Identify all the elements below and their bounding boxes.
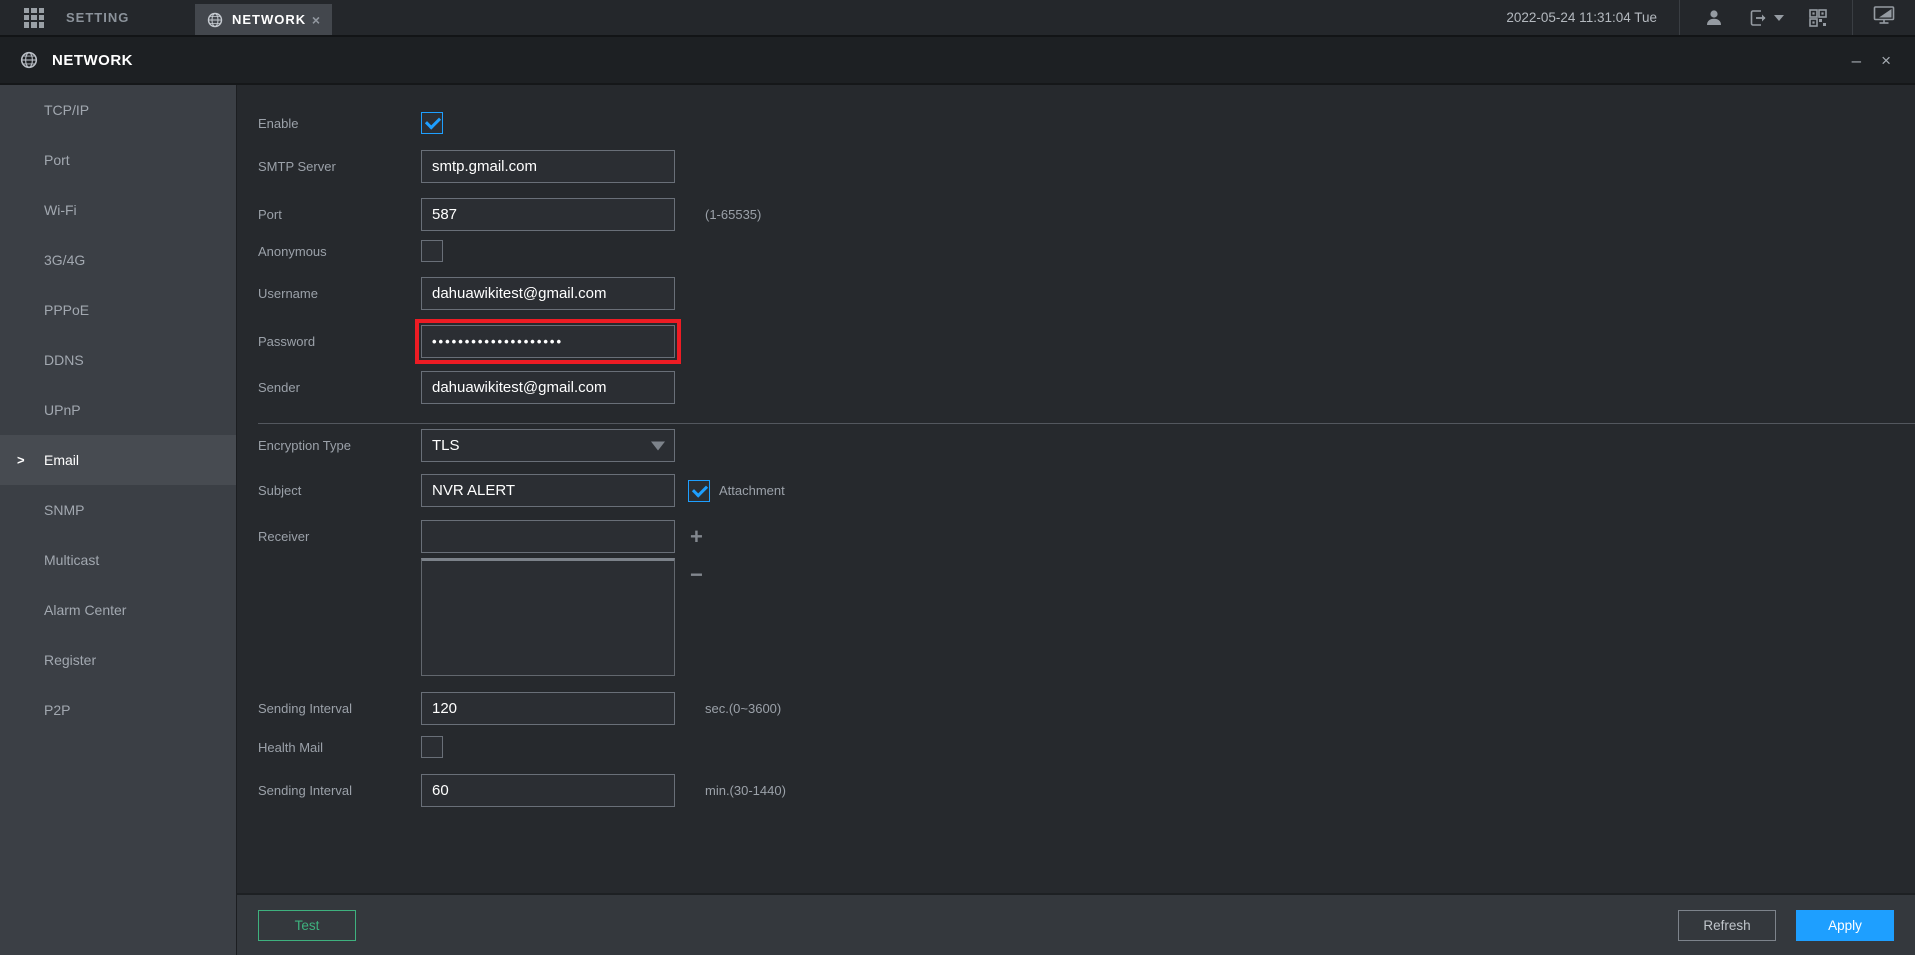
globe-icon — [207, 12, 223, 28]
health-mail-checkbox[interactable] — [421, 736, 443, 758]
health-mail-label: Health Mail — [237, 740, 421, 755]
display-output-icon[interactable] — [1873, 5, 1895, 30]
add-receiver-icon[interactable]: + — [690, 526, 703, 548]
setting-label: SETTING — [66, 10, 129, 25]
username-row: Username — [237, 277, 1915, 310]
chevron-down-icon — [651, 441, 665, 450]
qr-code-icon[interactable] — [1808, 8, 1828, 28]
username-label: Username — [237, 286, 421, 301]
footer-bar: Test Refresh Apply — [237, 893, 1915, 955]
sender-input[interactable] — [421, 371, 675, 404]
sidebar-item-p2p[interactable]: P2P — [0, 685, 236, 735]
sidebar-item-email[interactable]: > Email — [0, 435, 236, 485]
encryption-type-label: Encryption Type — [237, 438, 421, 453]
sidebar-item-pppoe[interactable]: PPPoE — [0, 285, 236, 335]
receiver-label: Receiver — [237, 529, 421, 544]
attachment-label: Attachment — [719, 483, 785, 498]
password-input[interactable] — [421, 325, 675, 358]
system-clock: 2022-05-24 11:31:04 Tue — [1506, 0, 1679, 35]
main-menu-grid-icon — [24, 8, 44, 28]
smtp-server-row: SMTP Server — [237, 150, 1915, 183]
user-account-icon[interactable] — [1704, 8, 1724, 28]
topbar-right: 2022-05-24 11:31:04 Tue — [1506, 0, 1915, 35]
apply-button[interactable]: Apply — [1796, 910, 1894, 941]
encryption-type-value: TLS — [432, 437, 460, 454]
anonymous-label: Anonymous — [237, 244, 421, 259]
password-label: Password — [237, 334, 421, 349]
app-root: SETTING NETWORK × 2022-05-24 11:31:04 Tu… — [0, 0, 1915, 955]
receiver-list[interactable] — [421, 558, 675, 676]
window-titlebar: NETWORK – × — [0, 37, 1915, 85]
top-bar: SETTING NETWORK × 2022-05-24 11:31:04 Tu… — [0, 0, 1915, 37]
sidebar-item-register[interactable]: Register — [0, 635, 236, 685]
port-input[interactable] — [421, 198, 675, 231]
subject-input[interactable] — [421, 474, 675, 507]
close-icon[interactable]: × — [1881, 52, 1891, 69]
tab-network-label: NETWORK — [232, 12, 312, 27]
sidebar-item-3g4g[interactable]: 3G/4G — [0, 235, 236, 285]
sidebar: TCP/IP Port Wi-Fi 3G/4G PPPoE DDNS UPnP … — [0, 85, 236, 955]
sidebar-item-port[interactable]: Port — [0, 135, 236, 185]
encryption-type-select[interactable]: TLS — [421, 429, 675, 462]
refresh-button[interactable]: Refresh — [1678, 910, 1776, 941]
setting-menu[interactable]: SETTING — [0, 0, 195, 35]
tab-network[interactable]: NETWORK × — [195, 4, 332, 35]
sending-interval-row: Sending Interval sec.(0~3600) — [237, 692, 1915, 725]
sidebar-item-wifi[interactable]: Wi-Fi — [0, 185, 236, 235]
encryption-row: Encryption Type TLS — [237, 429, 1915, 462]
receiver-row: Receiver + — [237, 520, 1915, 553]
port-label: Port — [237, 207, 421, 222]
health-interval-row: Sending Interval min.(30-1440) — [237, 774, 1915, 807]
section-divider — [258, 423, 1915, 424]
logout-icon — [1748, 8, 1768, 28]
health-interval-label: Sending Interval — [237, 783, 421, 798]
remove-receiver-icon[interactable]: − — [690, 564, 703, 586]
sidebar-item-multicast[interactable]: Multicast — [0, 535, 236, 585]
selected-arrow-icon: > — [17, 453, 25, 468]
sender-row: Sender — [237, 371, 1915, 404]
smtp-server-label: SMTP Server — [237, 159, 421, 174]
sending-interval-hint: sec.(0~3600) — [705, 701, 781, 716]
logout-caret-icon — [1774, 15, 1784, 21]
email-settings-panel: Enable SMTP Server Port (1-65535) Anonym… — [236, 85, 1915, 955]
sender-label: Sender — [237, 380, 421, 395]
health-mail-row: Health Mail — [237, 736, 1915, 758]
attachment-checkbox[interactable] — [688, 480, 710, 502]
test-button[interactable]: Test — [258, 910, 356, 941]
sidebar-item-ddns[interactable]: DDNS — [0, 335, 236, 385]
enable-checkbox[interactable] — [421, 112, 443, 134]
email-form: Enable SMTP Server Port (1-65535) Anonym… — [237, 85, 1915, 893]
enable-label: Enable — [237, 116, 421, 131]
subject-row: Subject Attachment — [237, 474, 1915, 507]
receiver-input[interactable] — [421, 520, 675, 553]
username-input[interactable] — [421, 277, 675, 310]
receiver-list-row: − — [237, 558, 1915, 676]
sending-interval-label: Sending Interval — [237, 701, 421, 716]
anonymous-row: Anonymous — [237, 240, 1915, 262]
health-interval-hint: min.(30-1440) — [705, 783, 786, 798]
port-row: Port (1-65535) — [237, 198, 1915, 231]
health-interval-input[interactable] — [421, 774, 675, 807]
sidebar-item-alarm-center[interactable]: Alarm Center — [0, 585, 236, 635]
port-range-hint: (1-65535) — [705, 207, 761, 222]
subject-label: Subject — [237, 483, 421, 498]
sidebar-item-tcpip[interactable]: TCP/IP — [0, 85, 236, 135]
window-title: NETWORK — [52, 52, 133, 69]
anonymous-checkbox[interactable] — [421, 240, 443, 262]
network-window: NETWORK – × TCP/IP Port Wi-Fi 3G/4G PPPo… — [0, 37, 1915, 955]
sending-interval-input[interactable] — [421, 692, 675, 725]
logout-menu[interactable] — [1748, 8, 1784, 28]
sidebar-item-snmp[interactable]: SNMP — [0, 485, 236, 535]
tab-close-icon[interactable]: × — [312, 12, 320, 28]
password-row: Password — [237, 325, 1915, 358]
enable-row: Enable — [237, 112, 1915, 134]
minimize-icon[interactable]: – — [1852, 52, 1861, 69]
sidebar-item-upnp[interactable]: UPnP — [0, 385, 236, 435]
smtp-server-input[interactable] — [421, 150, 675, 183]
globe-icon — [20, 51, 38, 69]
